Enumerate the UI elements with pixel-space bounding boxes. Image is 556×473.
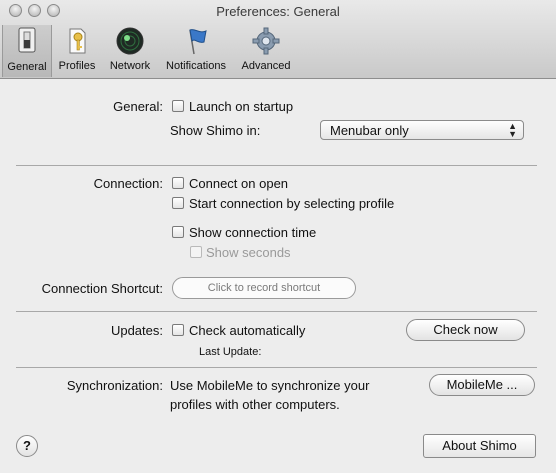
connection-shortcut-label: Connection Shortcut:	[41, 281, 163, 296]
show-connection-time-checkbox[interactable]	[172, 226, 184, 238]
sync-description-line2: profiles with other computers.	[170, 397, 340, 412]
help-button[interactable]: ?	[16, 435, 38, 457]
launch-on-startup-checkbox[interactable]	[172, 100, 184, 112]
toolbar-label: Notifications	[166, 60, 226, 72]
flag-icon	[189, 29, 207, 55]
show-connection-time-label: Show connection time	[189, 225, 317, 240]
about-shimo-button[interactable]: About Shimo	[423, 434, 536, 458]
window-title: Preferences: General	[216, 4, 340, 19]
toolbar-label: Profiles	[58, 60, 96, 72]
shortcut-recorder-field[interactable]: Click to record shortcut	[172, 277, 356, 299]
toolbar-advanced[interactable]: Advanced	[236, 26, 296, 76]
key-document-icon	[69, 28, 86, 54]
separator	[16, 165, 537, 166]
toolbar-notifications[interactable]: Notifications	[159, 26, 233, 76]
toolbar-label: Advanced	[241, 60, 291, 72]
mobileme-button[interactable]: MobileMe ...	[429, 374, 535, 396]
connect-on-open-checkbox[interactable]	[172, 177, 184, 189]
toolbar-label: Network	[109, 60, 151, 72]
check-automatically-checkbox[interactable]	[172, 324, 184, 336]
toolbar-network[interactable]: Network	[104, 26, 156, 76]
connection-label: Connection:	[93, 176, 163, 191]
launch-on-startup-label: Launch on startup	[189, 99, 294, 114]
separator	[16, 367, 537, 368]
check-automatically-label: Check automatically	[189, 323, 306, 338]
show-in-value: Menubar only	[330, 123, 409, 138]
toolbar-general[interactable]: General	[2, 25, 52, 77]
connect-on-open-label: Connect on open	[189, 176, 289, 191]
updown-arrows-icon: ▲ ▼	[508, 121, 517, 139]
start-by-profile-checkbox[interactable]	[172, 197, 184, 209]
show-in-popup[interactable]: Menubar only ▲ ▼	[320, 120, 524, 140]
check-now-button[interactable]: Check now	[406, 319, 525, 341]
start-by-profile-label: Start connection by selecting profile	[189, 196, 395, 211]
toolbar-label: General	[7, 61, 47, 73]
separator	[16, 311, 537, 312]
toolbar-profiles[interactable]: Profiles	[53, 26, 101, 76]
show-in-label: Show Shimo in:	[170, 123, 261, 138]
show-seconds-label: Show seconds	[206, 245, 291, 260]
last-update-label: Last Update:	[199, 346, 262, 358]
window-titlebar: Preferences: General General Profiles Ne…	[0, 0, 556, 79]
synchronization-label: Synchronization:	[66, 378, 163, 393]
radar-icon	[116, 27, 144, 55]
sync-description-line1: Use MobileMe to synchronize your	[170, 378, 370, 393]
switch-icon	[18, 27, 36, 53]
updates-label: Updates:	[110, 323, 163, 338]
general-label: General:	[113, 99, 163, 114]
show-seconds-checkbox[interactable]	[190, 246, 202, 258]
gear-icon	[252, 27, 280, 55]
